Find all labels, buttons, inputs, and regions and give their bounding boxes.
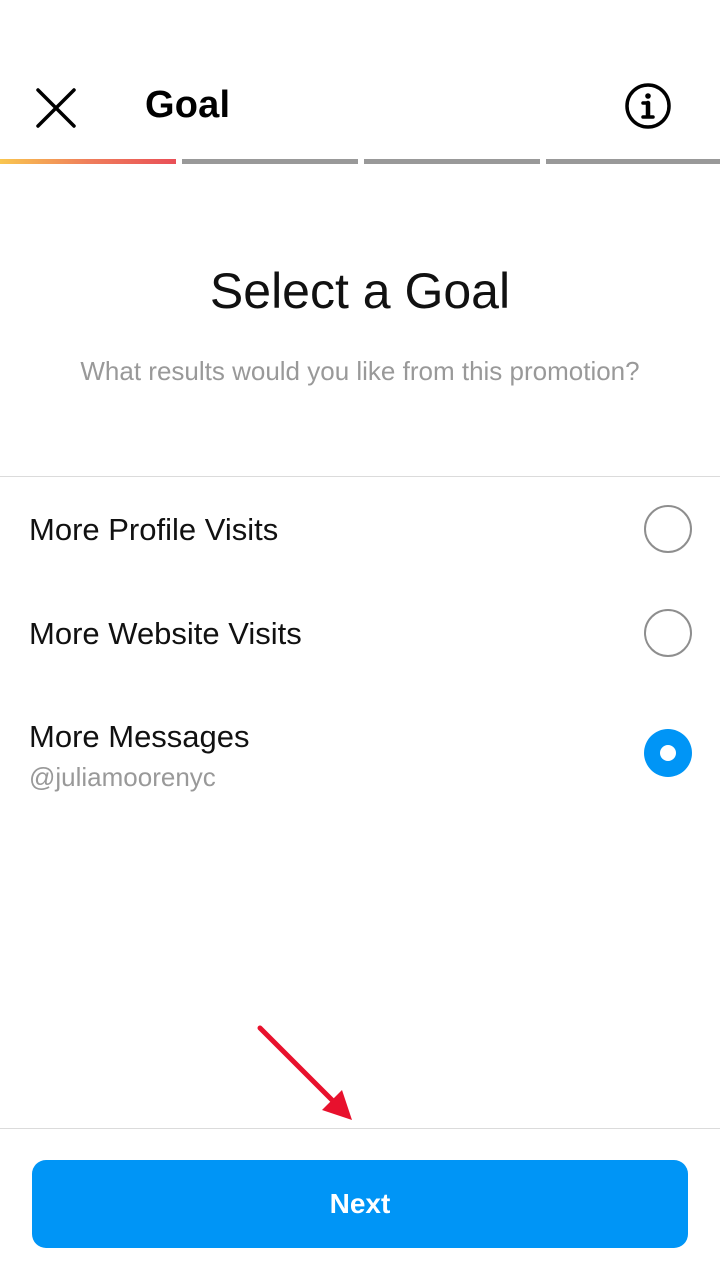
radio-button[interactable] bbox=[644, 609, 692, 657]
radio-button-selected[interactable] bbox=[644, 729, 692, 777]
close-icon bbox=[36, 88, 76, 128]
radio-button[interactable] bbox=[644, 505, 692, 553]
progress-segment-4 bbox=[546, 159, 720, 164]
progress-segment-1 bbox=[0, 159, 176, 164]
progress-segment-3 bbox=[364, 159, 540, 164]
page-title: Select a Goal bbox=[209, 263, 511, 319]
info-icon bbox=[625, 83, 671, 129]
page-subtitle: What results would you like from this pr… bbox=[80, 356, 640, 386]
progress-segment-2 bbox=[182, 159, 358, 164]
option-label: More Profile Visits bbox=[29, 512, 279, 547]
step-progress-bar bbox=[0, 159, 720, 164]
annotation-arrow-icon bbox=[257, 1025, 352, 1120]
footer-divider bbox=[0, 1128, 720, 1129]
option-label: More Messages bbox=[29, 719, 250, 754]
close-button[interactable] bbox=[28, 80, 84, 136]
option-website-visits[interactable]: More Website Visits bbox=[0, 581, 720, 685]
option-label: More Website Visits bbox=[29, 616, 302, 651]
header-title: Goal bbox=[145, 84, 231, 126]
header-bar: Goal bbox=[0, 0, 720, 160]
option-profile-visits[interactable]: More Profile Visits bbox=[0, 477, 720, 581]
next-button[interactable]: Next bbox=[32, 1160, 688, 1248]
option-sublabel-username: @juliamoorenyc bbox=[29, 762, 216, 792]
option-messages[interactable]: More Messages @juliamoorenyc bbox=[0, 685, 720, 815]
info-button[interactable] bbox=[620, 78, 676, 134]
